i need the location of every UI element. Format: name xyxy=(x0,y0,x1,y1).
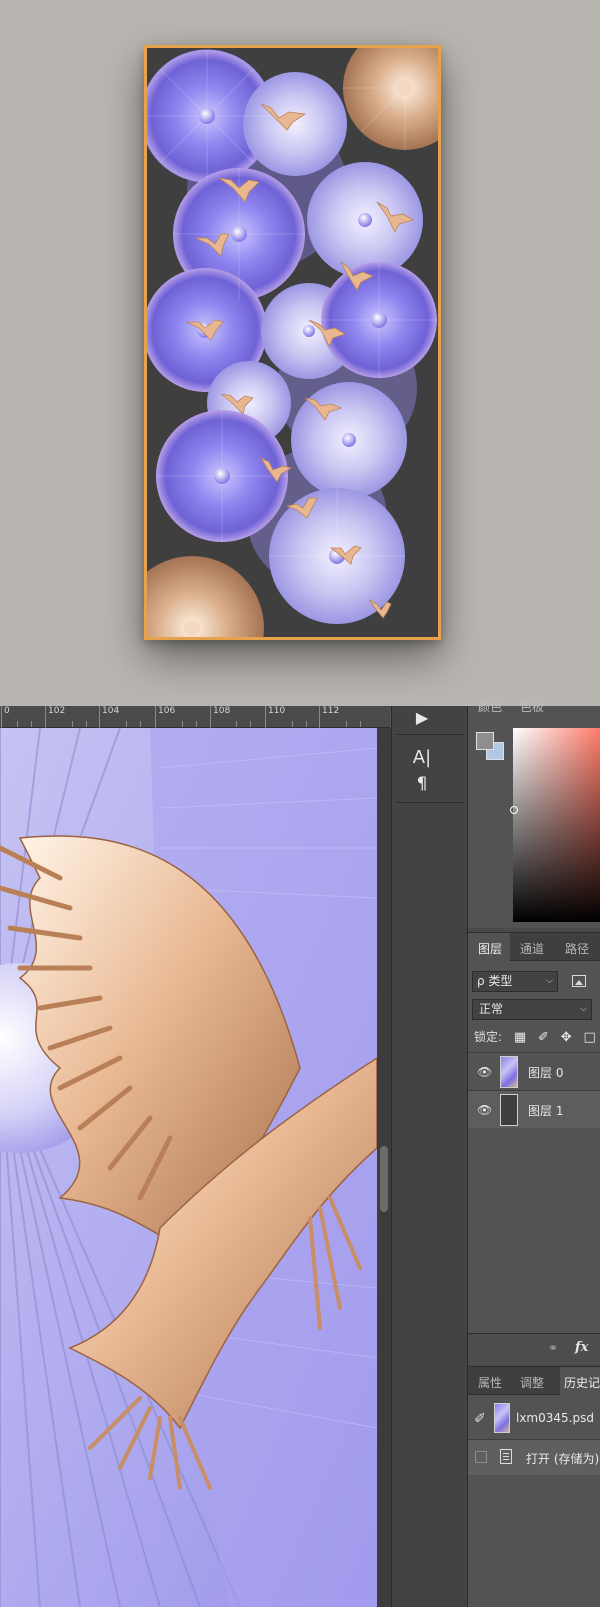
eye-icon[interactable]: 👁 xyxy=(477,1103,492,1117)
color-panel: 颜色 色板 xyxy=(468,700,600,928)
play-icon[interactable]: ▶ xyxy=(408,706,436,730)
tab-adjustments[interactable]: 调整 xyxy=(520,1374,544,1391)
tab-color[interactable]: 颜色 xyxy=(478,700,502,714)
ruler-tick: 106 xyxy=(154,706,176,728)
lock-paint-brush-icon[interactable]: ✐ xyxy=(538,1030,549,1045)
lock-row: 锁定: ▦ ✐ ✥ □ xyxy=(474,1028,596,1045)
ruler-tick: 102 xyxy=(44,706,66,728)
link-layers-icon[interactable]: ⚭ xyxy=(548,1341,558,1355)
blend-mode-select[interactable]: 正常 ⌵ xyxy=(472,999,592,1020)
horizontal-ruler: 0 102 104 106 108 110 112 xyxy=(0,706,390,728)
snapshot-name: lxm0345.psd xyxy=(516,1411,594,1425)
eye-icon[interactable]: 👁 xyxy=(477,1065,492,1079)
artwork-image xyxy=(147,48,438,637)
lock-artboard-icon[interactable]: □ xyxy=(583,1030,595,1045)
foreground-color-swatch[interactable] xyxy=(476,732,494,750)
history-source-checkbox[interactable] xyxy=(475,1451,487,1463)
document-icon xyxy=(500,1449,512,1464)
history-panel: 属性 调整 历史记录 ✐ lxm0345.psd 打开 (存储为) xyxy=(468,1366,600,1607)
color-picker-handle[interactable] xyxy=(510,806,518,814)
chevron-down-icon: ⌵ xyxy=(580,1004,587,1014)
character-panel-icon[interactable]: A| xyxy=(408,746,436,770)
panel-dock-icons: ▶ A| ¶ xyxy=(391,706,468,1607)
snapshot-thumbnail xyxy=(494,1403,510,1433)
photoshop-workspace: 0 102 104 106 108 110 112 ▶ A| ¶ 颜色 色板 图… xyxy=(0,700,600,1607)
canvas-image xyxy=(0,728,377,1607)
layer-row[interactable]: 👁 图层 0 xyxy=(468,1052,600,1090)
color-spectrum[interactable] xyxy=(510,728,600,922)
layer-row[interactable]: 👁 图层 1 xyxy=(468,1090,600,1128)
layer-thumbnail xyxy=(500,1056,518,1088)
color-panel-tabs: 颜色 色板 xyxy=(478,698,558,715)
history-brush-icon[interactable]: ✐ xyxy=(474,1411,486,1427)
right-panels: 颜色 色板 图层 通道 路径 ρ 类型 ⌵ 正常 ⌵ 锁定: ▦ ✐ ✥ □ 👁… xyxy=(468,700,600,1607)
layers-footer: ⚭ fx xyxy=(468,1333,600,1363)
lock-move-icon[interactable]: ✥ xyxy=(561,1030,572,1045)
tab-history[interactable]: 历史记录 xyxy=(564,1374,600,1391)
layers-panel-tabs: 图层 通道 路径 xyxy=(468,933,600,961)
layers-panel: 图层 通道 路径 ρ 类型 ⌵ 正常 ⌵ 锁定: ▦ ✐ ✥ □ 👁 图层 0 … xyxy=(468,932,600,1364)
ruler-tick: 110 xyxy=(264,706,286,728)
vertical-scrollbar[interactable] xyxy=(377,728,391,1607)
document-canvas[interactable] xyxy=(0,728,377,1607)
layer-filter-label: ρ 类型 xyxy=(477,974,513,988)
layer-name: 图层 1 xyxy=(528,1104,564,1118)
paragraph-panel-icon[interactable]: ¶ xyxy=(408,772,436,796)
tab-channels[interactable]: 通道 xyxy=(520,940,544,957)
tab-layers[interactable]: 图层 xyxy=(478,940,502,957)
tab-paths[interactable]: 路径 xyxy=(565,940,589,957)
ruler-tick: 108 xyxy=(209,706,231,728)
lock-transparent-icon[interactable]: ▦ xyxy=(514,1030,526,1045)
layer-thumbnail xyxy=(500,1094,518,1126)
image-filter-icon[interactable] xyxy=(572,975,586,987)
layer-filter-select[interactable]: ρ 类型 ⌵ xyxy=(472,971,558,992)
history-step-label: 打开 (存储为) xyxy=(526,1452,600,1466)
ruler-tick: 0 xyxy=(1,706,10,728)
history-panel-tabs: 属性 调整 历史记录 xyxy=(468,1367,600,1395)
ruler-tick: 104 xyxy=(98,706,120,728)
ruler-tick: 112 xyxy=(318,706,340,728)
blend-mode-value: 正常 xyxy=(479,1002,504,1016)
layer-name: 图层 0 xyxy=(528,1066,564,1080)
lock-label: 锁定: xyxy=(474,1030,503,1044)
tab-properties[interactable]: 属性 xyxy=(478,1374,502,1391)
artwork-preview xyxy=(0,0,600,706)
history-snapshot[interactable]: ✐ lxm0345.psd xyxy=(468,1401,600,1437)
scrollbar-thumb[interactable] xyxy=(380,1146,388,1212)
artwork-frame xyxy=(144,45,441,640)
tab-swatches[interactable]: 色板 xyxy=(520,700,544,714)
history-step[interactable]: 打开 (存储为) xyxy=(468,1439,600,1475)
layer-style-button[interactable]: fx xyxy=(575,1340,588,1355)
chevron-down-icon: ⌵ xyxy=(546,976,553,986)
